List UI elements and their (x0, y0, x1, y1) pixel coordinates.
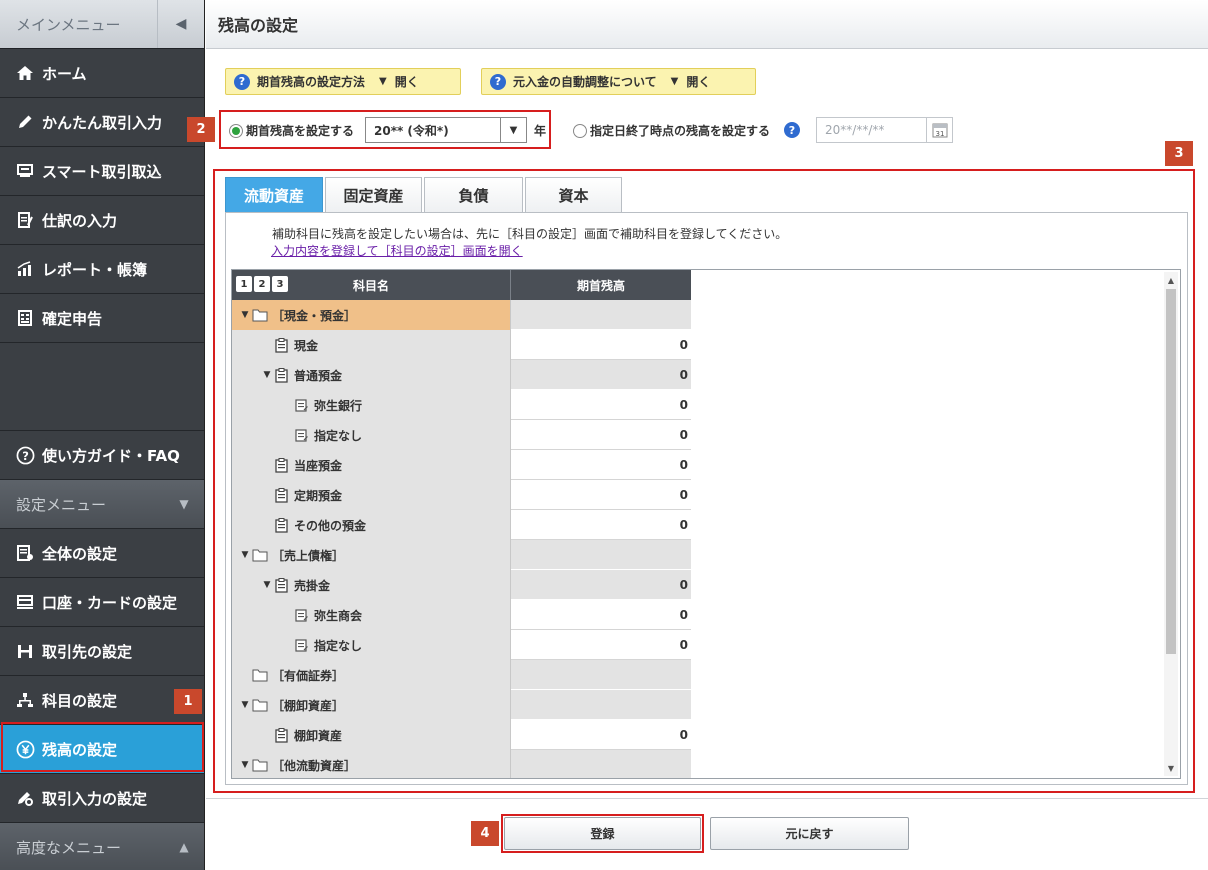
callout-badge-3: 3 (1165, 141, 1193, 166)
sidebar-item-label: 仕訳の入力 (42, 211, 118, 230)
chevron-up-icon: ▲ (179, 840, 189, 854)
callout-box-3 (213, 169, 1195, 793)
callout-badge-4: 4 (471, 821, 499, 846)
set-end-date-balance-option[interactable]: 指定日終了時点の残高を設定する (573, 122, 770, 139)
auto-adjust-help-button[interactable]: ? 元入金の自動調整について ▼ 開く (481, 68, 756, 95)
settings-menu-label: 設定メニュー (16, 495, 107, 514)
tax-return-icon (16, 309, 42, 327)
sidebar-spacer (0, 343, 204, 431)
main-menu-label: メインメニュー (16, 15, 121, 34)
sidebar-item-label: レポート・帳簿 (42, 260, 148, 279)
sidebar-item-label: 確定申告 (42, 309, 103, 328)
sidebar-item-card[interactable]: 口座・カードの設定 (0, 578, 204, 627)
triangle-down-icon: ▼ (670, 76, 679, 87)
revert-button[interactable]: 元に戻す (710, 817, 909, 850)
end-date-label: 指定日終了時点の残高を設定する (590, 124, 771, 138)
help-circle-icon: ? (16, 446, 42, 465)
callout-badge-2: 2 (187, 117, 215, 142)
open-label: 開く (394, 75, 419, 89)
page-header: 残高の設定 (206, 0, 1208, 49)
sidebar-item-label: 取引先の設定 (42, 642, 133, 661)
collapse-sidebar-button[interactable]: ◀ (157, 0, 204, 48)
sidebar-item-label: かんたん取引入力 (42, 113, 163, 132)
callout-box-1 (1, 722, 204, 772)
account-tree-icon (16, 691, 42, 709)
sidebar-item-guide-faq[interactable]: ? 使い方ガイド・FAQ (0, 431, 204, 480)
end-date-radio[interactable] (573, 123, 587, 138)
help-label: 期首残高の設定方法 (257, 75, 366, 89)
help-label: 元入金の自動調整について (513, 75, 657, 89)
end-date-input[interactable]: 20**/**/** 31 (816, 117, 953, 143)
sidebar-item-import[interactable]: スマート取引取込 (0, 147, 204, 196)
pencil-icon (16, 113, 42, 131)
svg-text:?: ? (22, 448, 29, 462)
sidebar-item-label: ホーム (42, 64, 87, 83)
advanced-menu-header[interactable]: 高度なメニュー ▲ (0, 823, 204, 870)
advanced-menu-label: 高度なメニュー (16, 838, 122, 857)
journal-icon (16, 211, 42, 229)
sidebar-item-label: 取引入力の設定 (42, 789, 148, 808)
chevron-left-icon: ◀ (175, 16, 187, 32)
sidebar-item-entry-settings[interactable]: 取引入力の設定 (0, 774, 204, 823)
settings-doc-icon (16, 544, 42, 562)
card-icon (16, 593, 42, 611)
callout-box-4 (501, 814, 704, 853)
question-icon: ? (234, 73, 250, 90)
calendar-icon[interactable]: 31 (926, 118, 952, 142)
sidebar-item-pencil[interactable]: かんたん取引入力 (0, 98, 204, 147)
sidebar-item-label: 全体の設定 (42, 544, 118, 563)
triangle-down-icon: ▼ (379, 76, 387, 87)
sidebar-item-journal[interactable]: 仕訳の入力 (0, 196, 204, 245)
sidebar-item-label: スマート取引取込 (42, 162, 162, 181)
settings-menu-header[interactable]: 設定メニュー ▼ (0, 480, 204, 529)
sidebar-item-settings-doc[interactable]: 全体の設定 (0, 529, 204, 578)
home-icon (16, 64, 42, 82)
chevron-down-icon: ▼ (179, 497, 189, 511)
svg-text:31: 31 (935, 130, 944, 138)
page-title: 残高の設定 (218, 16, 299, 35)
import-icon (16, 162, 42, 180)
sidebar-item-label: 科目の設定 (42, 691, 118, 710)
callout-box-2 (219, 110, 551, 149)
sidebar-item-label: 口座・カードの設定 (42, 593, 178, 612)
sidebar-item-chart[interactable]: レポート・帳簿 (0, 245, 204, 294)
date-placeholder: 20**/**/** (825, 123, 885, 137)
sidebar-item-label: 使い方ガイド・FAQ (42, 446, 180, 465)
footer-divider (206, 798, 1208, 799)
partner-icon (16, 642, 42, 660)
opening-balance-help-button[interactable]: ? 期首残高の設定方法 ▼ 開く (225, 68, 461, 95)
sidebar-item-home[interactable]: ホーム (0, 49, 204, 98)
chart-icon (16, 260, 42, 278)
open-label: 開く (686, 75, 711, 89)
sidebar-item-partner[interactable]: 取引先の設定 (0, 627, 204, 676)
question-icon: ? (490, 73, 506, 90)
callout-badge-1: 1 (174, 689, 202, 714)
main-menu-header: メインメニュー ◀ (0, 0, 204, 49)
sidebar-item-tax-return[interactable]: 確定申告 (0, 294, 204, 343)
entry-settings-icon (16, 789, 42, 807)
end-date-help-icon[interactable]: ? (784, 122, 800, 138)
